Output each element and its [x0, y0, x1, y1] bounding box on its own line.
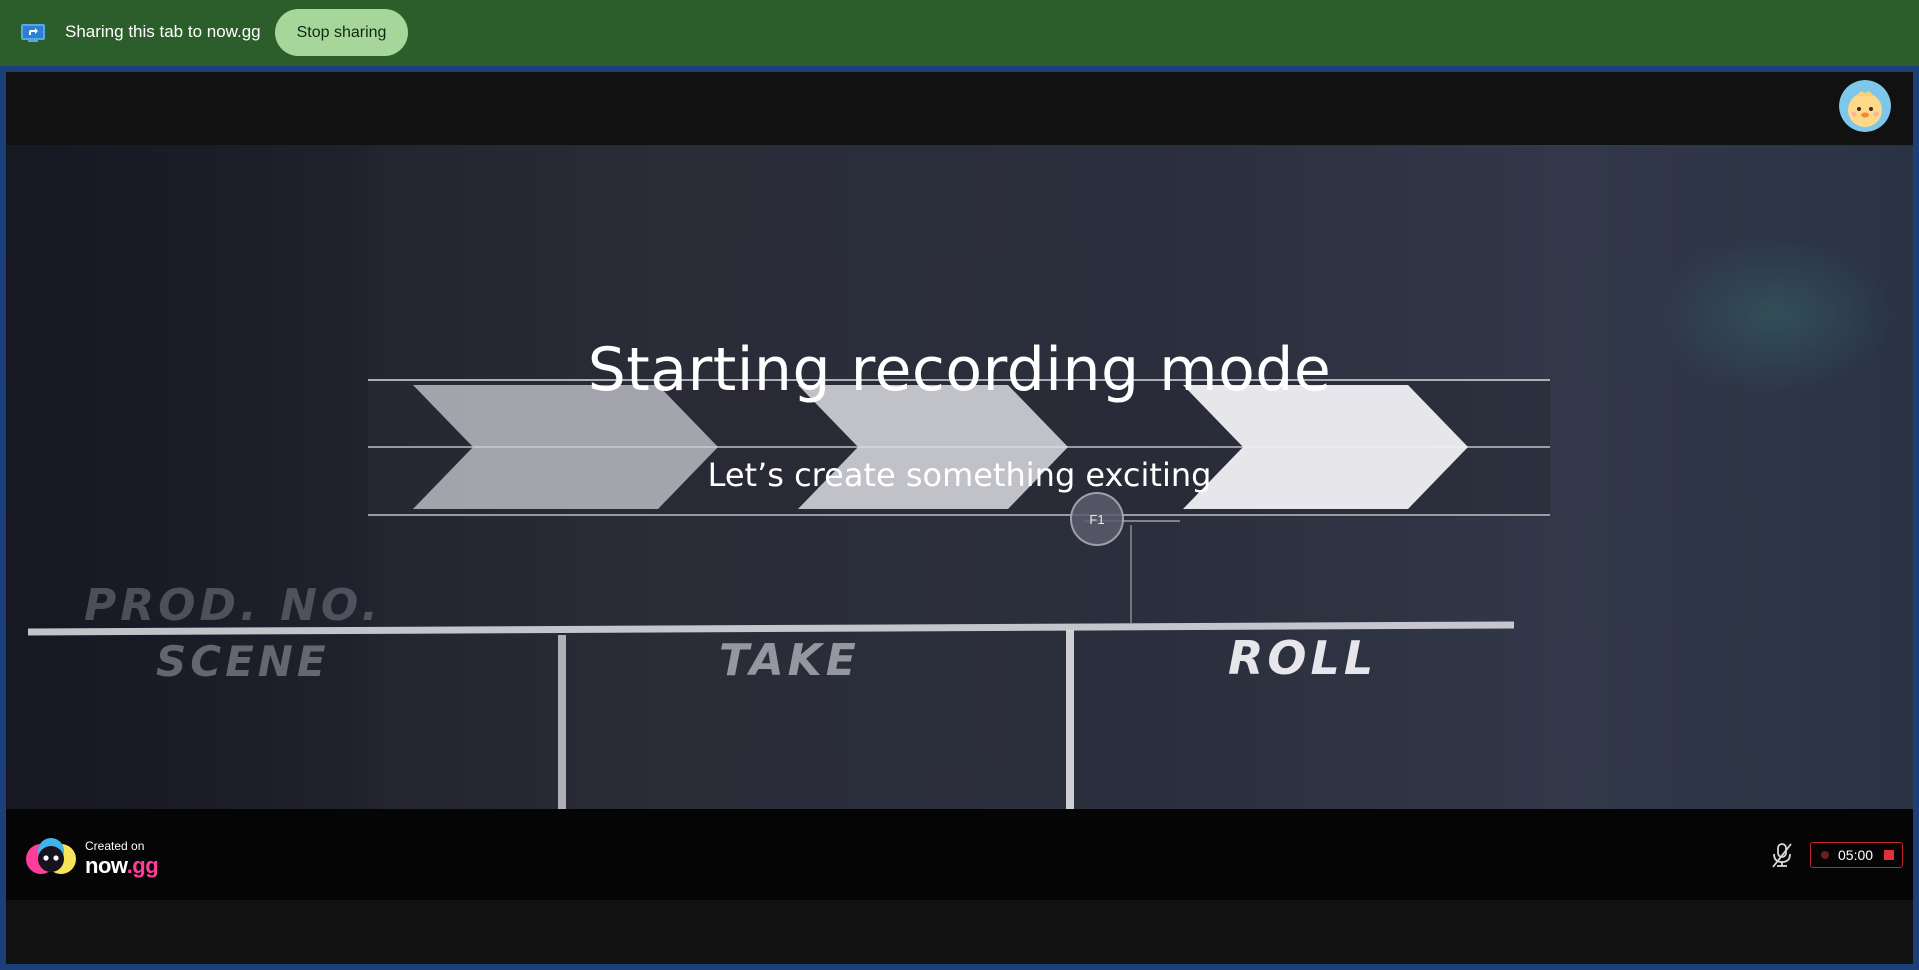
recording-subtitle: Let’s create something exciting [707, 456, 1212, 494]
slate-roll: ROLL [1228, 631, 1378, 685]
mic-muted-icon[interactable] [1769, 841, 1795, 869]
top-bar [6, 72, 1913, 145]
slate-prod-no: PROD. NO. [84, 580, 383, 631]
bottom-bar: Created on now.gg 05:00 [6, 809, 1913, 900]
slate-take: TAKE [719, 635, 860, 686]
stop-sharing-button[interactable]: Stop sharing [275, 9, 408, 56]
screen-share-icon [21, 24, 45, 42]
lower-strip [6, 900, 1913, 964]
recording-timer: 05:00 [1838, 847, 1874, 863]
created-on-label: Created on [85, 839, 145, 853]
stop-square-icon[interactable] [1884, 850, 1894, 860]
brand-wordmark[interactable]: now.gg [85, 853, 159, 879]
recording-timer-button[interactable]: 05:00 [1810, 842, 1903, 868]
share-status-text: Sharing this tab to now.gg [65, 22, 261, 41]
chick-avatar-icon[interactable] [1839, 80, 1891, 132]
brand-now: now [85, 853, 127, 878]
app-frame: PROD. NO. SCENE TAKE ROLL Starting recor… [6, 72, 1913, 964]
slate-scene: SCENE [156, 637, 330, 686]
screen-share-bar: Sharing this tab to now.gg Stop sharing [0, 0, 1919, 66]
now-gg-logo-icon [26, 838, 76, 874]
f1-key-marker: F1 [1070, 492, 1124, 546]
record-dot-icon [1821, 851, 1829, 859]
recording-title: Starting recording mode [587, 335, 1332, 405]
recording-intro-stage: PROD. NO. SCENE TAKE ROLL Starting recor… [6, 145, 1913, 809]
brand-gg: .gg [126, 853, 159, 878]
